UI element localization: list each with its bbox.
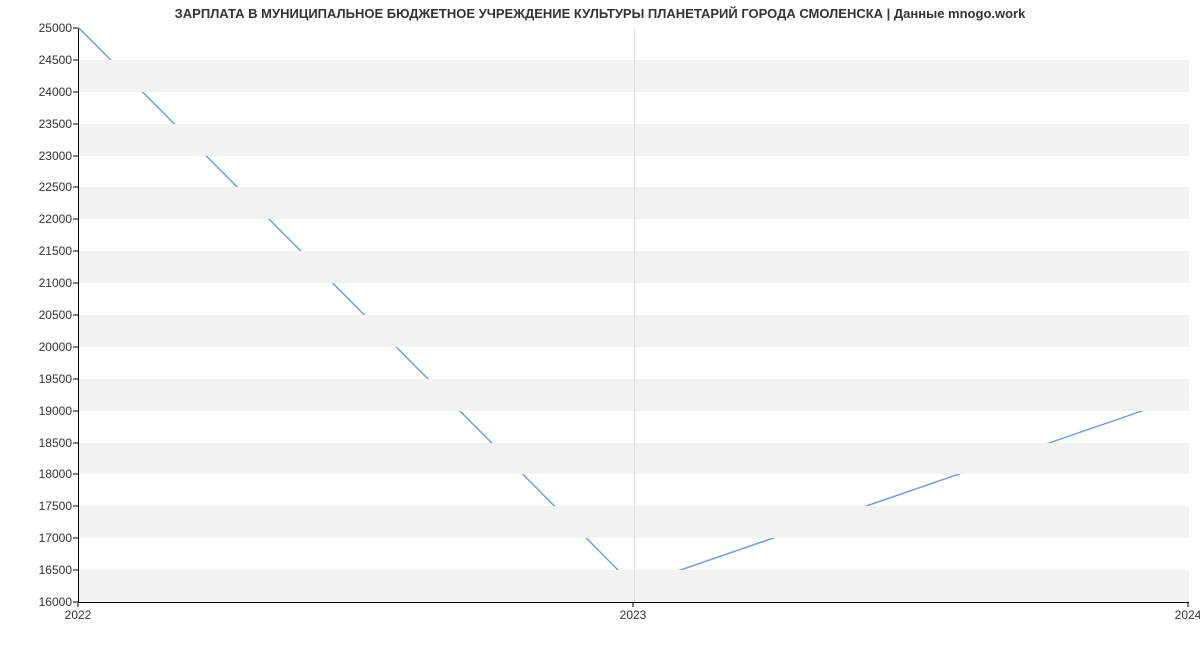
y-tick-mark: [73, 506, 78, 507]
y-tick-mark: [73, 28, 78, 29]
y-tick-label: 22000: [12, 212, 72, 226]
y-tick-label: 24500: [12, 53, 72, 67]
y-tick-mark: [73, 474, 78, 475]
y-tick-mark: [73, 378, 78, 379]
y-tick-label: 20500: [12, 308, 72, 322]
y-tick-label: 23000: [12, 149, 72, 163]
y-tick-label: 17000: [12, 531, 72, 545]
x-tick-mark: [633, 602, 634, 607]
y-tick-label: 23500: [12, 117, 72, 131]
y-tick-label: 22500: [12, 180, 72, 194]
y-tick-mark: [73, 251, 78, 252]
y-tick-label: 17500: [12, 499, 72, 513]
y-tick-mark: [73, 315, 78, 316]
y-tick-label: 20000: [12, 340, 72, 354]
y-tick-mark: [73, 410, 78, 411]
x-tick-mark: [78, 602, 79, 607]
y-tick-label: 24000: [12, 85, 72, 99]
y-tick-label: 25000: [12, 21, 72, 35]
x-tick-label: 2023: [620, 608, 647, 622]
y-tick-label: 18000: [12, 467, 72, 481]
y-tick-mark: [73, 59, 78, 60]
x-tick-label: 2022: [65, 608, 92, 622]
y-tick-mark: [73, 187, 78, 188]
y-tick-mark: [73, 442, 78, 443]
y-tick-mark: [73, 602, 78, 603]
y-tick-mark: [73, 123, 78, 124]
y-tick-mark: [73, 219, 78, 220]
y-tick-label: 21500: [12, 244, 72, 258]
y-tick-label: 19000: [12, 404, 72, 418]
y-tick-label: 19500: [12, 372, 72, 386]
x-tick-label: 2024: [1175, 608, 1200, 622]
y-tick-label: 16500: [12, 563, 72, 577]
y-tick-label: 18500: [12, 436, 72, 450]
y-tick-mark: [73, 346, 78, 347]
chart-title: ЗАРПЛАТА В МУНИЦИПАЛЬНОЕ БЮДЖЕТНОЕ УЧРЕЖ…: [0, 6, 1200, 21]
y-tick-mark: [73, 570, 78, 571]
y-tick-label: 16000: [12, 595, 72, 609]
y-tick-mark: [73, 283, 78, 284]
chart-container: ЗАРПЛАТА В МУНИЦИПАЛЬНОЕ БЮДЖЕТНОЕ УЧРЕЖ…: [0, 0, 1200, 650]
x-tick-mark: [1188, 602, 1189, 607]
grid-vline: [634, 28, 635, 602]
y-tick-mark: [73, 91, 78, 92]
y-tick-label: 21000: [12, 276, 72, 290]
plot-area: [78, 28, 1189, 603]
y-tick-mark: [73, 538, 78, 539]
y-tick-mark: [73, 155, 78, 156]
